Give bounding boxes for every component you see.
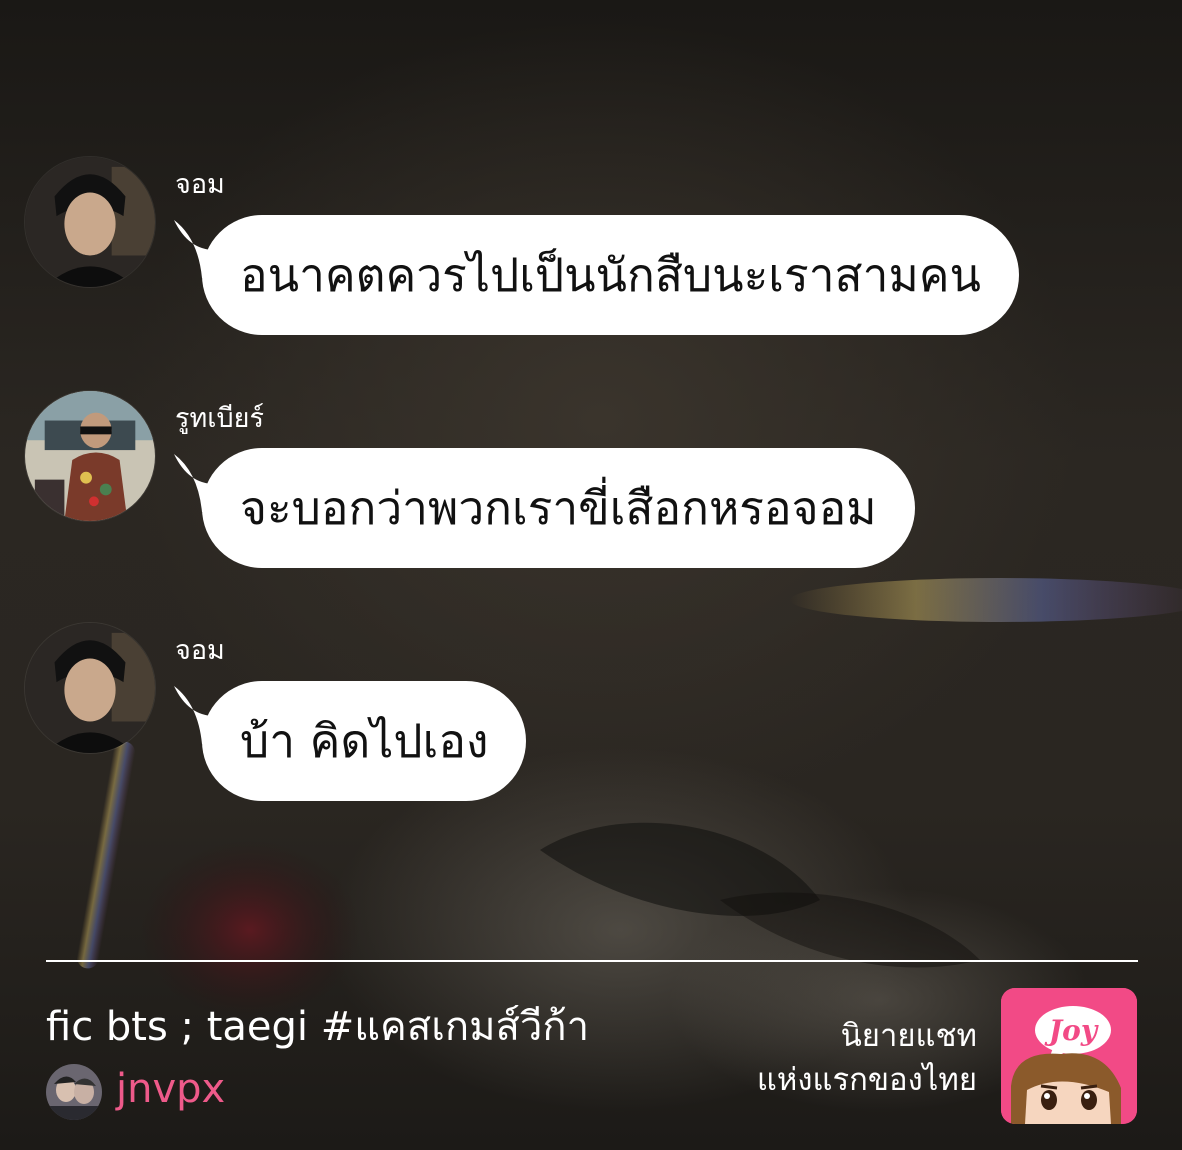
story-title[interactable]: fic bts ; taegi #แคสเกมส์วีก้า xyxy=(46,994,589,1058)
message-bubble[interactable]: บ้า คิดไปเอง xyxy=(202,681,527,801)
joy-app-logo[interactable]: Joy xyxy=(1001,988,1137,1124)
logo-text: Joy xyxy=(1044,1014,1099,1047)
sender-avatar[interactable] xyxy=(24,156,156,288)
profile-photo-icon xyxy=(25,157,155,287)
tagline-line: แห่งแรกของไทย xyxy=(756,1062,977,1098)
sender-name: จอม xyxy=(175,635,225,666)
sender-name: จอม xyxy=(175,169,225,200)
app-tagline: นิยายแชท แห่งแรกของไทย xyxy=(757,1014,977,1102)
sender-avatar[interactable] xyxy=(24,390,156,522)
profile-photo-icon xyxy=(25,391,155,521)
author-avatar[interactable] xyxy=(46,1064,102,1120)
sender-avatar[interactable] xyxy=(24,622,156,754)
sender-name: รูทเบียร์ xyxy=(175,403,264,434)
tagline-line: นิยายแชท xyxy=(840,1018,977,1054)
author-name[interactable]: jnvpx xyxy=(116,1066,225,1112)
footer-divider xyxy=(46,960,1138,962)
joy-logo-icon: Joy xyxy=(1001,988,1137,1124)
profile-photo-icon xyxy=(25,623,155,753)
message-bubble[interactable]: อนาคตควรไปเป็นนักสืบนะเราสามคน xyxy=(202,215,1019,335)
profile-photo-icon xyxy=(46,1064,102,1120)
message-bubble[interactable]: จะบอกว่าพวกเราขี่เสือกหรอจอม xyxy=(202,448,915,568)
